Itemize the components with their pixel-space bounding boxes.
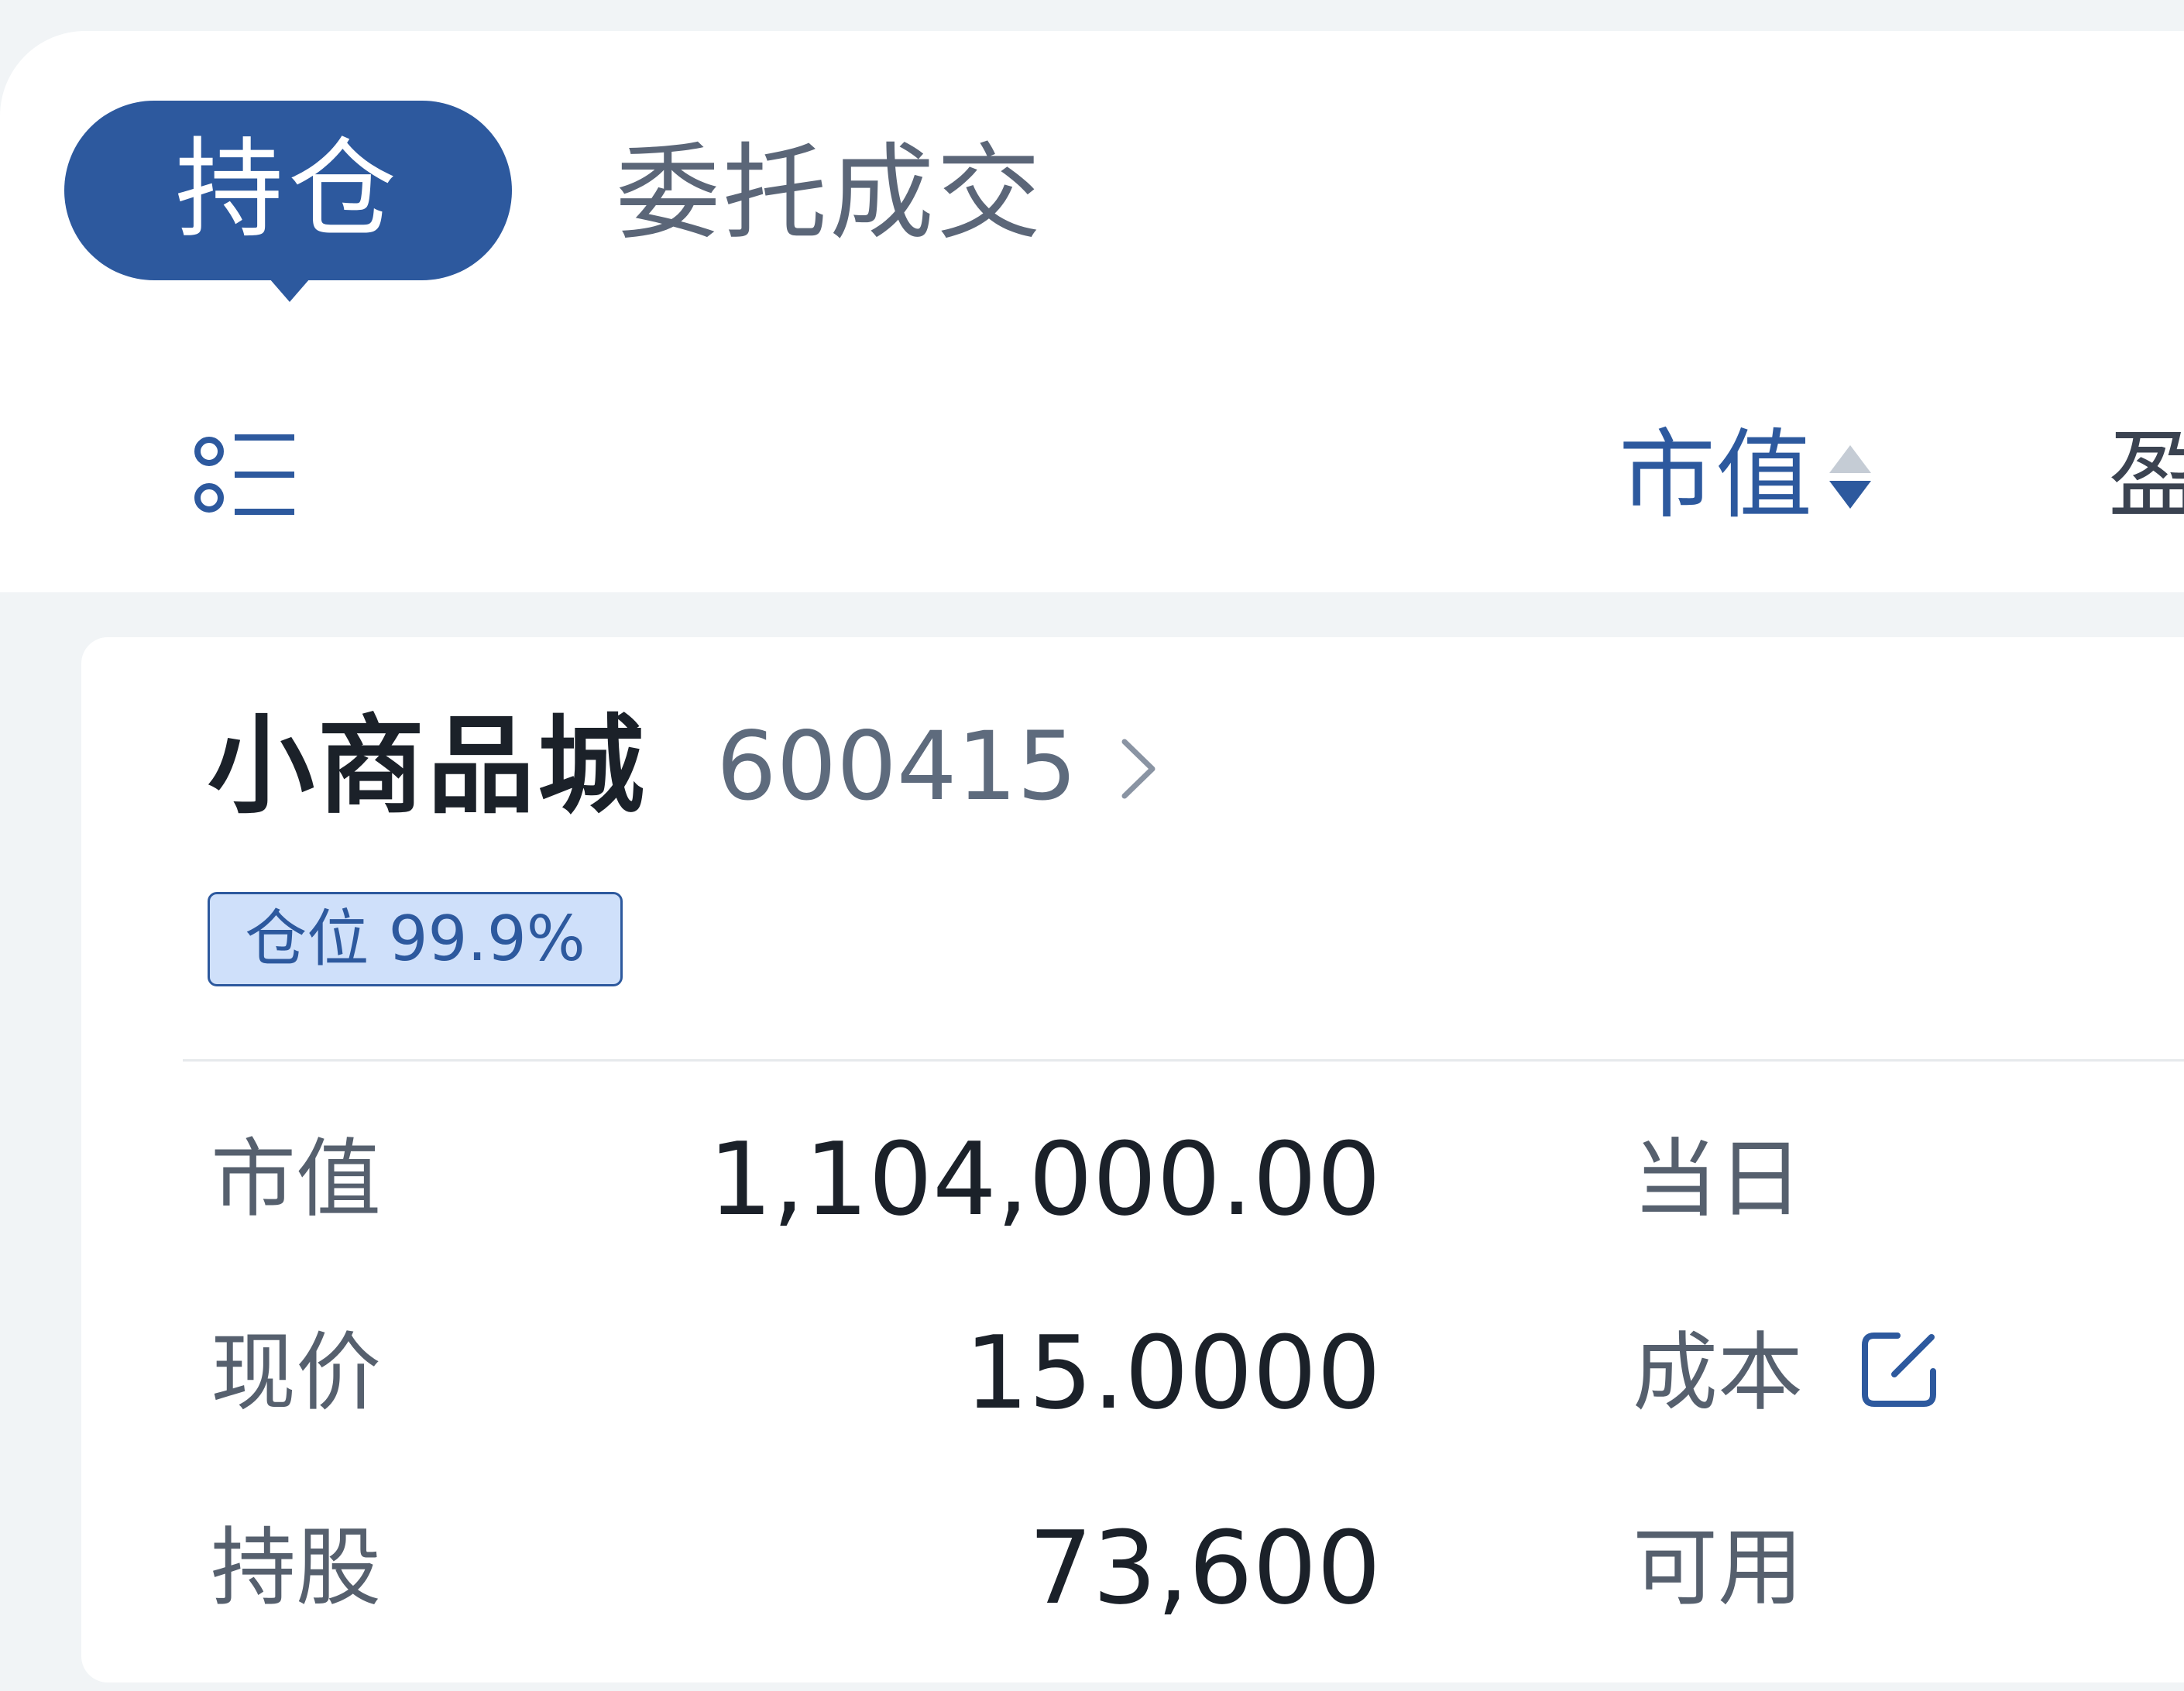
tab-holdings[interactable]: 持仓: [64, 101, 512, 280]
position-badge: 仓位 99.9%: [208, 892, 623, 986]
available-label: 可用: [1633, 1518, 1803, 1617]
current-price-value: 15.0000: [964, 1314, 1381, 1432]
sort-column-label: 市值: [1619, 420, 1812, 532]
stock-code[interactable]: 600415: [716, 701, 1077, 832]
shares-held-label: 持股: [211, 1518, 381, 1617]
shares-held-value: 73,600: [1028, 1509, 1381, 1627]
current-price-label: 现价: [211, 1323, 381, 1422]
sort-by-market-value[interactable]: 市值: [1619, 418, 1874, 534]
market-value-label: 市值: [211, 1130, 381, 1229]
list-icon[interactable]: [192, 430, 300, 523]
cost-label: 成本: [1633, 1323, 1803, 1422]
sort-asc-arrow: [1829, 445, 1871, 473]
sort-desc-arrow: [1829, 481, 1871, 509]
card-divider: [183, 1059, 2184, 1062]
daily-pnl-label: 当日: [1633, 1130, 1803, 1229]
edit-icon[interactable]: [1857, 1328, 1941, 1411]
chevron-right-icon[interactable]: [1115, 734, 1162, 804]
active-tab-pointer: [270, 279, 310, 302]
sort-icon: [1826, 430, 1874, 523]
stock-name[interactable]: 小商品城: [208, 701, 647, 832]
column-header-profit[interactable]: 盈: [2108, 418, 2184, 534]
tab-orders-trades[interactable]: 委托成交: [616, 128, 1043, 259]
market-value-value: 1,104,000.00: [708, 1120, 1381, 1238]
